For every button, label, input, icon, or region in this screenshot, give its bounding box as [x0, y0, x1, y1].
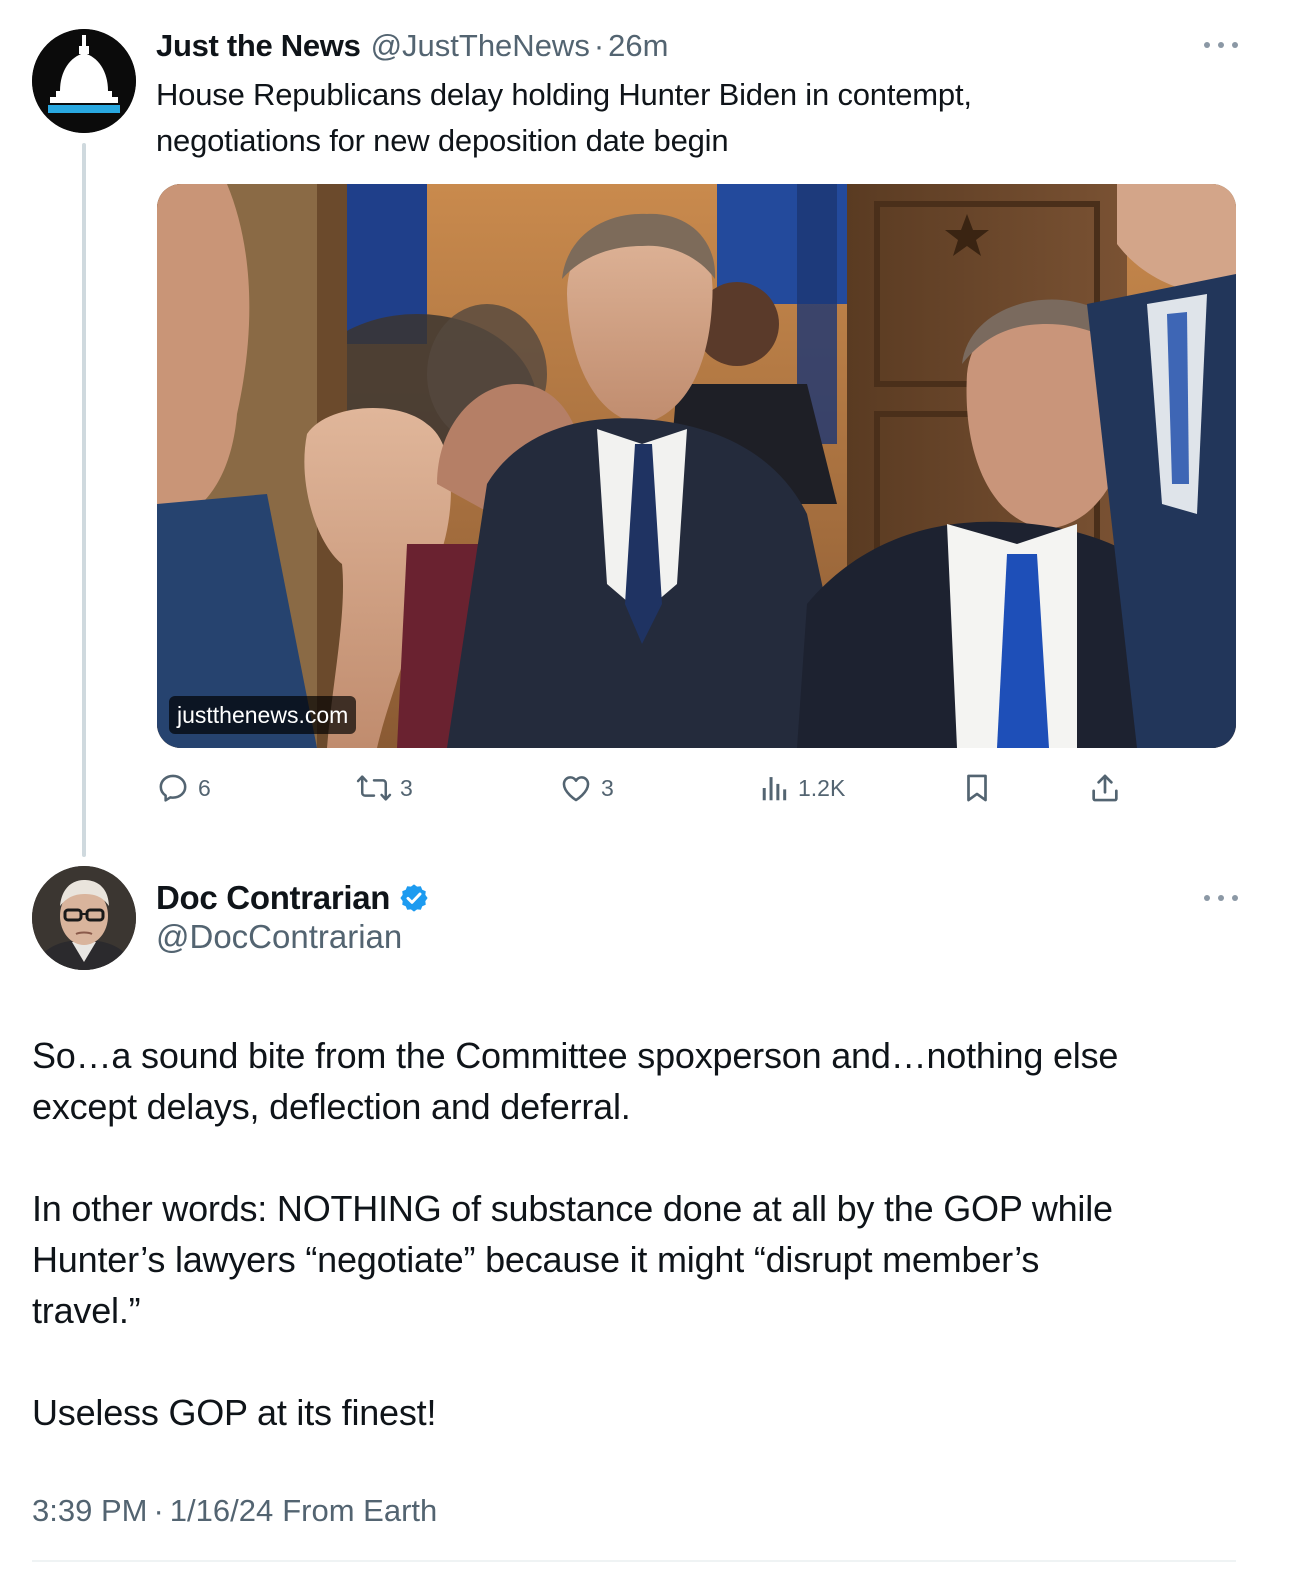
retweet-button[interactable]: 3: [356, 768, 413, 808]
profile-photo: [32, 866, 136, 970]
retweet-icon: [356, 775, 392, 801]
tweet-text: House Republicans delay holding Hunter B…: [156, 72, 1156, 164]
verified-badge-icon[interactable]: [398, 882, 430, 914]
share-button[interactable]: [1088, 768, 1122, 808]
more-horizontal-icon[interactable]: [1204, 891, 1238, 905]
author-name[interactable]: Just the News: [156, 28, 361, 64]
tweet-timestamp[interactable]: 26m: [608, 28, 668, 64]
just-the-news-avatar[interactable]: [32, 29, 136, 133]
tweet-text-line: So…a sound bite from the Committee spoxp…: [32, 1035, 1119, 1076]
retweet-count: 3: [400, 774, 413, 801]
reply-button[interactable]: 6: [156, 768, 211, 808]
reply-tweet-text: So…a sound bite from the Committee spoxp…: [32, 1030, 1252, 1438]
link-card-image[interactable]: justthenews.com: [157, 184, 1236, 748]
bookmark-button[interactable]: [960, 768, 994, 808]
tweet-time[interactable]: 3:39 PM: [32, 1493, 147, 1529]
separator-dot: ·: [153, 1493, 164, 1528]
link-domain-label: justthenews.com: [169, 696, 357, 734]
capitol-dome-logo: [32, 29, 136, 133]
tweet-actions-bar: 6 3 3 1.2K: [156, 768, 1136, 808]
tweet-header: Just the News @JustTheNews · 26m: [156, 26, 668, 66]
share-icon: [1092, 774, 1118, 802]
tweet-date[interactable]: 1/16/24: [170, 1493, 273, 1529]
like-count: 3: [601, 774, 614, 801]
tweet-text-line: In other words: NOTHING of substance don…: [32, 1188, 1113, 1229]
reply-icon: [159, 774, 187, 802]
tweet-metadata: 3:39 PM · 1/16/24 From Earth: [32, 1490, 437, 1532]
more-horizontal-icon[interactable]: [1204, 38, 1238, 52]
author-name[interactable]: Doc Contrarian: [156, 879, 390, 917]
tweet-text-line: House Republicans delay holding Hunter B…: [156, 77, 972, 112]
tweet-text-line: negotiations for new deposition date beg…: [156, 123, 729, 158]
bookmark-icon: [967, 774, 987, 802]
view-count: 1.2K: [798, 774, 846, 801]
tweet-text-line: Hunter’s lawyers “negotiate” because it …: [32, 1239, 1040, 1280]
tweet-text-line: travel.”: [32, 1290, 141, 1331]
heart-icon: [562, 776, 590, 802]
tweet-text-line: except delays, deflection and deferral.: [32, 1086, 631, 1127]
divider: [32, 1560, 1236, 1562]
thread-connector-line: [82, 143, 86, 857]
like-button[interactable]: 3: [559, 768, 614, 808]
parent-tweet[interactable]: Just the News @JustTheNews · 26m House R…: [0, 0, 1292, 857]
separator-dot: ·: [593, 28, 605, 63]
reply-author-row: Doc Contrarian: [156, 876, 430, 920]
views-bar-chart-icon: [762, 777, 787, 801]
tweet-text-line: Useless GOP at its finest!: [32, 1392, 437, 1433]
reply-count: 6: [198, 774, 211, 801]
doc-contrarian-avatar[interactable]: [32, 866, 136, 970]
tweet-location: From Earth: [282, 1493, 438, 1528]
author-handle[interactable]: @DocContrarian: [156, 918, 402, 956]
news-photo: [157, 184, 1236, 748]
views-button[interactable]: 1.2K: [760, 768, 845, 808]
author-handle[interactable]: @JustTheNews: [371, 28, 590, 64]
